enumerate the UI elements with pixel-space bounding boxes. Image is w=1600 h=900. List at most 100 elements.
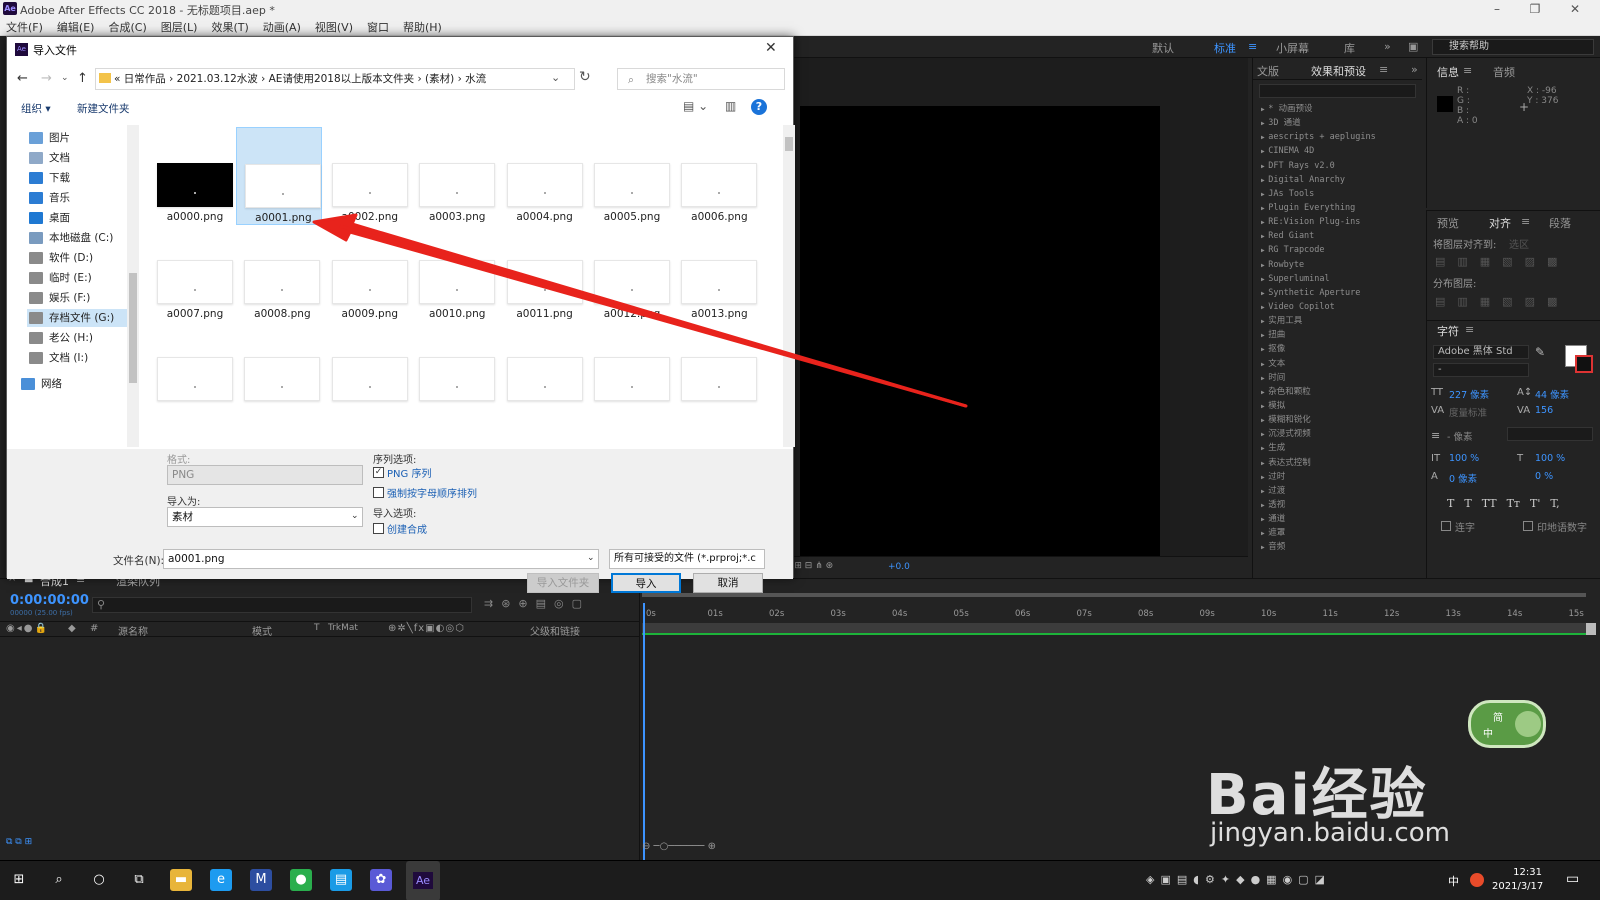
effects-category[interactable]: Red Giant (1253, 229, 1422, 243)
tab-library[interactable]: 文版 (1257, 63, 1279, 79)
timecode[interactable]: 0:00:00:00 (10, 593, 89, 608)
file-item[interactable] (673, 321, 759, 419)
menu-layer[interactable]: 图层(L) (161, 19, 198, 35)
file-item[interactable]: a0000.png (149, 127, 235, 225)
effects-category[interactable]: 表达式控制 (1253, 456, 1422, 470)
nav-scrollbar[interactable] (127, 125, 139, 447)
back-arrow-icon[interactable]: ← (17, 71, 28, 86)
app-icon-2[interactable]: ▤ (330, 869, 352, 891)
tsume-value[interactable]: 0 % (1535, 471, 1553, 482)
tab-audio[interactable]: 音频 (1493, 64, 1515, 80)
effects-category[interactable]: CINEMA 4D (1253, 144, 1422, 158)
effects-category[interactable]: 模拟 (1253, 399, 1422, 413)
after-effects-taskbar-icon[interactable]: Ae (406, 861, 440, 900)
distribute-buttons-icons[interactable]: ▤▥▦▧▨▩ (1435, 295, 1569, 308)
file-item[interactable]: a0001.png (236, 127, 323, 225)
dialog-close-icon[interactable]: ✕ (765, 40, 777, 56)
task-view-icon[interactable]: ⧉ (128, 869, 150, 891)
nav-item[interactable]: 临时 (E:) (27, 269, 127, 287)
tracking-value[interactable]: 156 (1535, 405, 1553, 416)
effects-category[interactable]: 过时 (1253, 470, 1422, 484)
tab-info[interactable]: 信息 (1437, 64, 1459, 80)
nav-item[interactable]: 本地磁盘 (C:) (27, 229, 127, 247)
help-icon[interactable]: ? (751, 99, 767, 115)
file-item[interactable]: a0005.png (586, 127, 672, 225)
workspace-menu-icon[interactable]: ≡ (1248, 40, 1257, 53)
faux-italic-button[interactable]: T (1464, 497, 1471, 510)
file-item[interactable]: a0012.png (586, 224, 672, 322)
file-item[interactable]: a0006.png (673, 127, 759, 225)
import-as-select[interactable]: 素材 (167, 507, 363, 527)
column-mode[interactable]: 模式 (252, 623, 272, 638)
cortana-icon[interactable]: ○ (88, 869, 110, 891)
panel-menu-icon[interactable]: ≡ (1521, 215, 1530, 228)
menu-file[interactable]: 文件(F) (6, 19, 43, 35)
effects-category[interactable]: 过渡 (1253, 484, 1422, 498)
font-family-select[interactable]: Adobe 黑体 Std (1433, 345, 1529, 359)
menu-animation[interactable]: 动画(A) (263, 19, 301, 35)
stroke-width-value[interactable]: - 像素 (1447, 429, 1472, 443)
time-ruler[interactable]: 0s 01s 02s 03s 04s 05s 06s 07s 08s 09s 10s 11s 12s 13… (642, 599, 1594, 625)
cancel-button[interactable]: 取消 (693, 573, 763, 593)
address-bar[interactable]: « 日常作品 › 2021.03.12水波 › AE请使用2018以上版本文件夹… (95, 68, 575, 90)
effects-category[interactable]: 实用工具 (1253, 314, 1422, 328)
tab-effects-presets[interactable]: 效果和预设 (1311, 63, 1366, 79)
nav-item[interactable]: 文档 (I:) (27, 349, 127, 367)
app-icon[interactable]: M (250, 869, 272, 891)
nav-scroll-thumb[interactable] (129, 273, 137, 383)
menu-edit[interactable]: 编辑(E) (57, 19, 95, 35)
nav-item[interactable]: 软件 (D:) (27, 249, 127, 267)
panel-menu-icon[interactable]: ≡ (1465, 323, 1474, 336)
menu-effect[interactable]: 效果(T) (211, 19, 248, 35)
nav-item[interactable]: 老公 (H:) (27, 329, 127, 347)
edge-browser-icon[interactable]: e (210, 869, 232, 891)
timeline-switch-icons[interactable]: ⇉⊛⊕▤◎▢ (484, 597, 590, 610)
png-sequence-label[interactable]: PNG 序列 (387, 465, 431, 480)
layer-search-input[interactable]: ⚲ (92, 597, 472, 613)
nav-item[interactable]: 网络 (19, 375, 119, 393)
clock[interactable]: 12:31 2021/3/17 (1492, 866, 1543, 894)
panel-overflow-icon[interactable]: » (1411, 63, 1418, 76)
file-item[interactable] (411, 321, 497, 419)
panel-menu-icon[interactable]: ≡ (1379, 63, 1388, 76)
eyedropper-icon[interactable]: ✎ (1535, 345, 1545, 359)
zoom-slider[interactable]: ⊖ ─○────── ⊕ (642, 841, 716, 852)
file-item[interactable] (149, 321, 235, 419)
nav-item[interactable]: 下载 (27, 169, 127, 187)
close-icon[interactable]: ✕ (1556, 0, 1594, 18)
file-item[interactable]: a0011.png (499, 224, 585, 322)
superscript-button[interactable]: T' (1530, 497, 1540, 510)
file-item[interactable]: a0013.png (673, 224, 759, 322)
effects-category[interactable]: 抠像 (1253, 342, 1422, 356)
sogou-icon[interactable] (1470, 873, 1484, 887)
png-sequence-checkbox[interactable]: ✓ (373, 467, 384, 478)
windows-start-icon[interactable]: ⊞ (8, 869, 30, 891)
minimize-icon[interactable]: – (1478, 0, 1516, 18)
tab-preview[interactable]: 预览 (1437, 215, 1459, 231)
wechat-icon[interactable]: ● (290, 869, 312, 891)
panel-menu-icon[interactable]: ≡ (1463, 64, 1472, 77)
menu-window[interactable]: 窗口 (367, 19, 389, 35)
organize-button[interactable]: 组织 ▾ (21, 101, 51, 116)
effects-search-input[interactable] (1259, 84, 1416, 98)
nav-item[interactable]: 存档文件 (G:) (27, 309, 127, 327)
menu-view[interactable]: 视图(V) (315, 19, 353, 35)
file-item[interactable]: a0002.png (324, 127, 410, 225)
subscript-button[interactable]: T, (1550, 497, 1559, 510)
column-t[interactable]: T (314, 623, 320, 633)
switches-icons[interactable]: ⊕✲╲fx▣◐◎⬡ (388, 623, 465, 634)
file-item[interactable] (324, 321, 410, 419)
align-to-select[interactable]: 选区 (1509, 236, 1529, 251)
file-item[interactable]: a0004.png (499, 127, 585, 225)
all-caps-button[interactable]: TT (1482, 497, 1497, 510)
kerning-value[interactable]: 度量标准 (1449, 405, 1487, 419)
new-folder-button[interactable]: 新建文件夹 (77, 101, 130, 116)
file-item[interactable] (236, 321, 322, 419)
file-scrollbar[interactable] (783, 125, 795, 447)
nav-item[interactable]: 图片 (27, 129, 127, 147)
effects-category[interactable]: Plugin Everything (1253, 201, 1422, 215)
effects-category[interactable]: 3D 通道 (1253, 116, 1422, 130)
effects-category[interactable]: Rowbyte (1253, 258, 1422, 272)
timeline-scroll-end[interactable] (1586, 623, 1596, 635)
restore-icon[interactable]: ❐ (1516, 0, 1554, 18)
